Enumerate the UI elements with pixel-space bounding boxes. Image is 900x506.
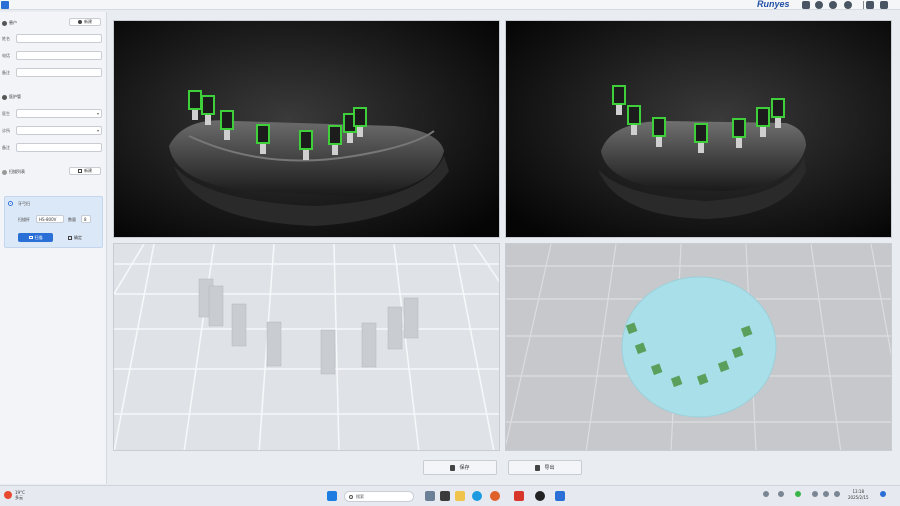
doctor-select[interactable]: ▾ bbox=[16, 109, 102, 118]
patient-phone-input[interactable] bbox=[16, 51, 102, 60]
record-name: 牙弓扫 bbox=[18, 201, 30, 206]
tray-chevron-icon[interactable] bbox=[763, 491, 769, 497]
user-icon bbox=[2, 20, 7, 26]
camera-icon[interactable] bbox=[802, 1, 810, 9]
3d-grid-scene bbox=[114, 244, 499, 450]
weather-desc: 多云 bbox=[15, 495, 23, 500]
record-card[interactable]: 牙弓扫 扫描杆 HS-800V 数量 8 扫描 确定 bbox=[4, 196, 103, 248]
scan-icon bbox=[28, 236, 33, 239]
scan-button-label: 扫描 bbox=[34, 234, 43, 240]
export-button-label: 导出 bbox=[544, 465, 555, 471]
chevron-down-icon: ▾ bbox=[96, 111, 99, 116]
battery-icon[interactable] bbox=[834, 491, 840, 497]
task-view-icon[interactable] bbox=[440, 491, 450, 501]
user-icon bbox=[2, 94, 7, 100]
weather-widget[interactable]: 19°C 多云 bbox=[4, 490, 25, 500]
media-icon[interactable] bbox=[535, 491, 545, 501]
chevron-down-icon: ▾ bbox=[96, 128, 99, 133]
firefox-icon[interactable] bbox=[490, 491, 500, 501]
doctor-note-input[interactable] bbox=[16, 143, 102, 152]
os-taskbar: 19°C 多云 搜索 13:18 2025/2/15 bbox=[0, 485, 900, 506]
scan-body-select[interactable]: HS-800V bbox=[36, 215, 64, 223]
camera-left-image bbox=[114, 21, 499, 237]
bottom-toolbar: 保存 导出 bbox=[108, 455, 898, 483]
scan-button[interactable]: 扫描 bbox=[18, 233, 53, 242]
taskbar-clock[interactable]: 13:18 2025/2/15 bbox=[848, 489, 869, 501]
doctor-label: 医生 bbox=[2, 111, 10, 116]
explorer-icon[interactable] bbox=[455, 491, 465, 501]
sidebar: 患户 新建 姓名 电话 备注 医护管 医生 ▾ 诊所 ▾ 备注 扫描列表 新建 … bbox=[0, 12, 107, 484]
export-icon bbox=[535, 464, 541, 471]
3d-model-view[interactable] bbox=[113, 243, 500, 451]
close-icon[interactable] bbox=[880, 1, 888, 9]
new-patient-label: 新建 bbox=[84, 19, 92, 24]
clinic-label: 诊所 bbox=[2, 128, 10, 133]
scan-body-label: 扫描杆 bbox=[18, 217, 30, 222]
title-bar: Runyes bbox=[0, 0, 900, 10]
clinic-select[interactable]: ▾ bbox=[16, 126, 102, 135]
list-icon bbox=[2, 169, 7, 175]
export-button[interactable]: 导出 bbox=[508, 460, 582, 475]
new-patient-button[interactable]: 新建 bbox=[69, 18, 101, 26]
check-icon bbox=[68, 235, 72, 240]
tray-app-icon[interactable] bbox=[778, 491, 784, 497]
save-button[interactable]: 保存 bbox=[423, 460, 497, 475]
patient-phone-label: 电话 bbox=[2, 53, 10, 58]
confirm-button[interactable]: 确定 bbox=[60, 233, 90, 242]
add-icon bbox=[78, 169, 82, 173]
weather-text: 19°C 多云 bbox=[15, 490, 25, 500]
plane-grid-scene bbox=[506, 244, 891, 450]
patient-name-label: 姓名 bbox=[2, 36, 10, 41]
windows-icon[interactable] bbox=[327, 491, 337, 501]
record-icon[interactable] bbox=[815, 1, 823, 9]
gear-icon[interactable] bbox=[829, 1, 837, 9]
doctor-note-label: 备注 bbox=[2, 145, 10, 150]
patient-name-input[interactable] bbox=[16, 34, 102, 43]
clock-date: 2025/2/15 bbox=[848, 495, 869, 500]
camera-right-image bbox=[506, 21, 891, 237]
records-title-label: 扫描列表 bbox=[9, 169, 25, 174]
save-icon bbox=[450, 464, 456, 471]
minimize-icon[interactable] bbox=[866, 1, 874, 9]
doctor-title-label: 医护管 bbox=[9, 94, 21, 99]
brand-logo: Runyes bbox=[757, 0, 790, 9]
camera-view-right[interactable] bbox=[505, 20, 892, 238]
search-label: 搜索 bbox=[356, 493, 364, 499]
new-record-button[interactable]: 新建 bbox=[69, 167, 101, 175]
help-icon[interactable] bbox=[844, 1, 852, 9]
confirm-button-label: 确定 bbox=[74, 234, 82, 240]
widget-icon[interactable] bbox=[425, 491, 435, 501]
app-icon bbox=[1, 1, 9, 9]
patient-section-title: 患户 bbox=[2, 20, 17, 26]
count-input[interactable]: 8 bbox=[81, 215, 91, 223]
plane-fit-view[interactable] bbox=[505, 243, 892, 451]
tray-wechat-icon[interactable] bbox=[795, 491, 801, 497]
records-section-title: 扫描列表 bbox=[2, 169, 25, 175]
camera-view-left[interactable] bbox=[113, 20, 500, 238]
user-add-icon bbox=[78, 20, 82, 24]
edge-icon[interactable] bbox=[472, 491, 482, 501]
search-icon bbox=[349, 494, 353, 499]
volume-icon[interactable] bbox=[823, 491, 829, 497]
taskbar-search[interactable]: 搜索 bbox=[344, 491, 414, 502]
new-record-label: 新建 bbox=[84, 168, 92, 173]
patient-note-label: 备注 bbox=[2, 70, 10, 75]
title-separator bbox=[863, 1, 864, 9]
save-button-label: 保存 bbox=[459, 465, 470, 471]
app-taskbar-icon[interactable] bbox=[555, 491, 565, 501]
doctor-section-title: 医护管 bbox=[2, 94, 21, 100]
patient-title-label: 患户 bbox=[9, 20, 17, 25]
weather-icon bbox=[4, 491, 12, 499]
wifi-icon[interactable] bbox=[812, 491, 818, 497]
record-radio[interactable] bbox=[8, 201, 13, 206]
count-label: 数量 bbox=[68, 217, 76, 222]
notification-icon[interactable] bbox=[880, 491, 886, 497]
wps-icon[interactable] bbox=[514, 491, 524, 501]
patient-note-input[interactable] bbox=[16, 68, 102, 77]
